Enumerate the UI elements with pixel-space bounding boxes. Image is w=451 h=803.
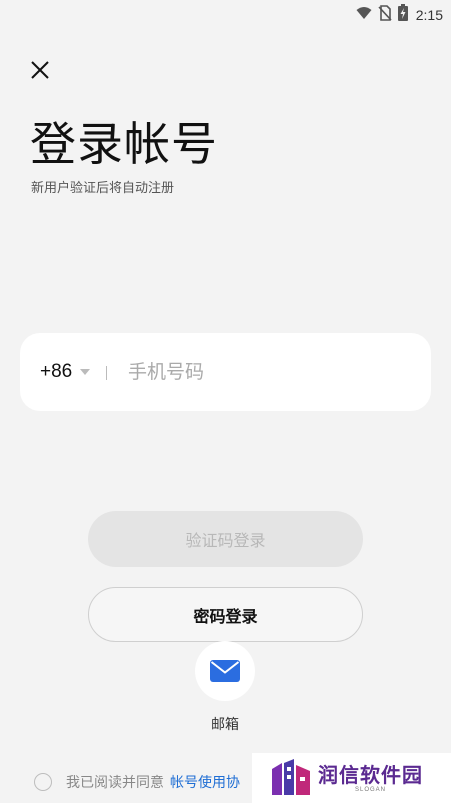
password-login-label: 密码登录 — [193, 606, 258, 626]
watermark-text: 润信软件园 SLOGAN — [318, 763, 423, 793]
agreement-text: 我已阅读并同意 — [66, 775, 164, 791]
wifi-icon — [356, 5, 372, 24]
phone-number-input[interactable] — [128, 355, 408, 389]
page-title: 登录帐号 — [30, 117, 218, 171]
battery-charging-icon — [397, 4, 408, 25]
country-code-selector[interactable]: +86 — [40, 361, 91, 383]
email-login-label: 邮箱 — [211, 717, 239, 733]
mail-icon — [210, 660, 240, 682]
close-button[interactable] — [26, 56, 54, 84]
status-time: 2:15 — [415, 6, 443, 23]
watermark-slogan: SLOGAN — [354, 787, 386, 793]
country-code-value: +86 — [40, 361, 73, 382]
code-login-button[interactable]: 验证码登录 — [88, 511, 363, 567]
watermark: 润信软件园 SLOGAN — [252, 753, 451, 803]
page-subtitle: 新用户验证后将自动注册 — [31, 181, 175, 196]
agreement-link[interactable]: 帐号使用协 — [170, 772, 240, 792]
agreement-row: 我已阅读并同意 帐号使用协 — [34, 772, 240, 792]
watermark-name: 润信软件园 — [318, 763, 423, 787]
email-login-button[interactable] — [195, 641, 255, 701]
caret-down-icon — [80, 369, 91, 375]
no-sim-icon — [378, 4, 392, 25]
close-icon — [31, 61, 49, 79]
input-divider — [106, 366, 107, 380]
watermark-logo — [272, 759, 310, 795]
status-bar: 2:15 — [0, 0, 451, 26]
phone-input-card: +86 — [20, 333, 431, 411]
code-login-label: 验证码登录 — [185, 531, 266, 550]
agreement-checkbox[interactable] — [34, 773, 52, 791]
email-login-option[interactable]: 邮箱 — [195, 641, 255, 734]
status-icons: 2:15 — [356, 4, 443, 25]
password-login-button[interactable]: 密码登录 — [88, 587, 363, 642]
